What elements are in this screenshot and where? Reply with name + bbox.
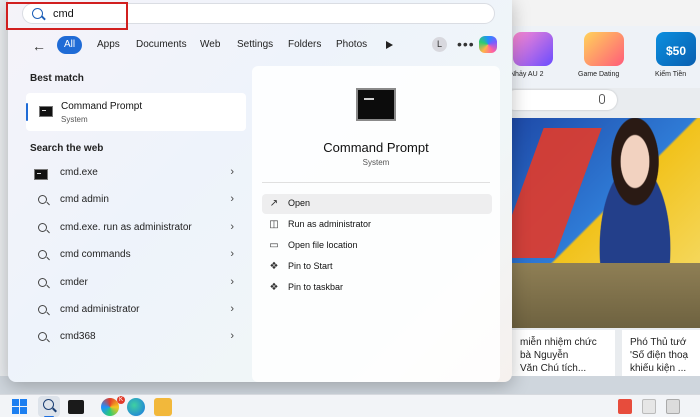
filter-chip-all[interactable]: All xyxy=(57,36,83,54)
cmd-icon xyxy=(39,106,53,117)
best-match-heading: Best match xyxy=(30,73,84,84)
action-pin-to-start[interactable]: ❖ Pin to Start xyxy=(262,257,492,277)
action-label: Open file location xyxy=(288,240,358,250)
action-label: Pin to taskbar xyxy=(288,282,344,292)
chevron-right-icon[interactable]: › xyxy=(230,193,234,205)
search-icon xyxy=(38,305,47,314)
filter-bar: ← All Apps Documents Web Settings Folder… xyxy=(28,36,498,56)
tile-text: $50 xyxy=(665,44,687,58)
chevron-right-icon[interactable]: › xyxy=(230,276,234,288)
search-input[interactable] xyxy=(53,6,353,22)
filter-chip-settings[interactable]: Settings xyxy=(230,36,280,54)
game-label: Game Dating xyxy=(578,71,620,78)
search-icon xyxy=(38,195,47,204)
tray-app-icon[interactable] xyxy=(618,399,632,414)
notification-badge: K xyxy=(117,396,125,404)
web-result-item[interactable]: cmd368 › xyxy=(28,326,244,350)
search-box[interactable] xyxy=(22,3,495,24)
details-pane: Command Prompt System ↗ Open ◫ Run as ad… xyxy=(252,66,500,382)
web-result-item[interactable]: cmd admin › xyxy=(28,189,244,213)
web-result-item[interactable]: cmd.exe › xyxy=(28,162,244,186)
web-result-item[interactable]: cmd.exe. run as administrator › xyxy=(28,217,244,241)
web-result-item[interactable]: cmder › xyxy=(28,272,244,296)
news-line: khiếu kiện ... xyxy=(630,363,687,374)
search-icon xyxy=(38,332,47,341)
best-match-title: Command Prompt xyxy=(61,101,143,112)
chevron-right-icon[interactable]: › xyxy=(230,248,234,260)
task-view-icon[interactable] xyxy=(68,400,84,414)
action-label: Run as administrator xyxy=(288,219,372,229)
web-result-label: cmder xyxy=(60,277,88,288)
pin-icon: ❖ xyxy=(269,282,279,293)
action-open[interactable]: ↗ Open xyxy=(262,194,492,214)
tray-app-icon[interactable] xyxy=(666,399,680,414)
action-open-file-location[interactable]: ▭ Open file location xyxy=(262,236,492,256)
avatar[interactable]: L xyxy=(432,37,447,52)
open-icon: ↗ xyxy=(269,198,279,209)
pin-icon: ❖ xyxy=(269,261,279,272)
web-result-item[interactable]: cmd commands › xyxy=(28,244,244,268)
back-arrow-icon[interactable]: ← xyxy=(32,38,46,54)
chevron-right-icon[interactable]: › xyxy=(230,166,234,178)
news-line: Văn Chú tích... xyxy=(520,363,587,374)
start-menu-search-panel: ← All Apps Documents Web Settings Folder… xyxy=(8,0,512,382)
best-match-subtitle: System xyxy=(61,115,88,124)
news-line: 'Số điện thoạ xyxy=(630,350,689,361)
chevron-right-icon[interactable]: › xyxy=(230,330,234,342)
web-result-label: cmd administrator xyxy=(60,304,140,315)
search-icon xyxy=(43,399,54,410)
news-line: bà Nguyễn xyxy=(520,350,569,361)
folder-icon: ▭ xyxy=(269,240,279,251)
more-options-icon[interactable]: ••• xyxy=(457,36,475,52)
hero-person-image xyxy=(580,118,690,263)
taskbar: K xyxy=(0,394,700,417)
action-label: Open xyxy=(288,198,311,208)
web-result-label: cmd.exe xyxy=(60,167,98,178)
tray-app-icon[interactable] xyxy=(642,399,656,414)
edge-icon[interactable] xyxy=(127,398,145,416)
divider xyxy=(262,182,490,183)
background-field-image xyxy=(512,263,700,328)
details-subtitle: System xyxy=(362,158,390,167)
file-explorer-icon[interactable] xyxy=(154,398,172,416)
web-result-label: cmd commands xyxy=(60,249,131,260)
web-result-label: cmd368 xyxy=(60,331,96,342)
details-title: Command Prompt xyxy=(323,140,429,155)
news-line: Phó Thủ tướ xyxy=(630,337,687,348)
background-topbar xyxy=(500,0,700,26)
web-result-label: cmd.exe. run as administrator xyxy=(60,222,192,233)
game-tile-game-dating[interactable] xyxy=(584,32,624,66)
web-result-label: cmd admin xyxy=(60,194,109,205)
game-label: Kiếm Tiền xyxy=(655,71,687,78)
shield-icon: ◫ xyxy=(269,219,279,230)
more-filters-play-icon[interactable] xyxy=(386,41,393,49)
search-icon xyxy=(38,278,47,287)
chevron-right-icon[interactable]: › xyxy=(230,221,234,233)
game-tile-kiem-tien[interactable]: $50 xyxy=(656,32,696,66)
filter-chip-documents[interactable]: Documents xyxy=(129,36,194,54)
search-icon xyxy=(32,8,43,19)
command-prompt-large-icon xyxy=(356,88,396,121)
news-line: miễn nhiệm chức xyxy=(520,337,597,348)
search-icon xyxy=(38,250,47,259)
filter-chip-web[interactable]: Web xyxy=(193,36,227,54)
windows-start-icon[interactable] xyxy=(12,399,27,414)
best-match-item[interactable]: Command Prompt System xyxy=(26,93,246,131)
filter-chip-photos[interactable]: Photos xyxy=(329,36,374,54)
game-tile-nhay-au[interactable] xyxy=(513,32,553,66)
cmd-icon xyxy=(34,169,48,180)
search-icon xyxy=(38,223,47,232)
action-run-as-administrator[interactable]: ◫ Run as administrator xyxy=(262,215,492,235)
copilot-icon[interactable] xyxy=(479,36,497,53)
action-label: Pin to Start xyxy=(288,261,333,271)
web-result-item[interactable]: cmd administrator › xyxy=(28,299,244,323)
chevron-right-icon[interactable]: › xyxy=(230,303,234,315)
filter-chip-folders[interactable]: Folders xyxy=(281,36,328,54)
background-search-bar[interactable] xyxy=(505,90,617,110)
filter-chip-apps[interactable]: Apps xyxy=(90,36,127,54)
microphone-icon[interactable] xyxy=(599,94,605,104)
action-pin-to-taskbar[interactable]: ❖ Pin to taskbar xyxy=(262,278,492,298)
search-web-heading: Search the web xyxy=(30,143,104,154)
game-label: Nhảy AU 2 xyxy=(510,71,544,78)
